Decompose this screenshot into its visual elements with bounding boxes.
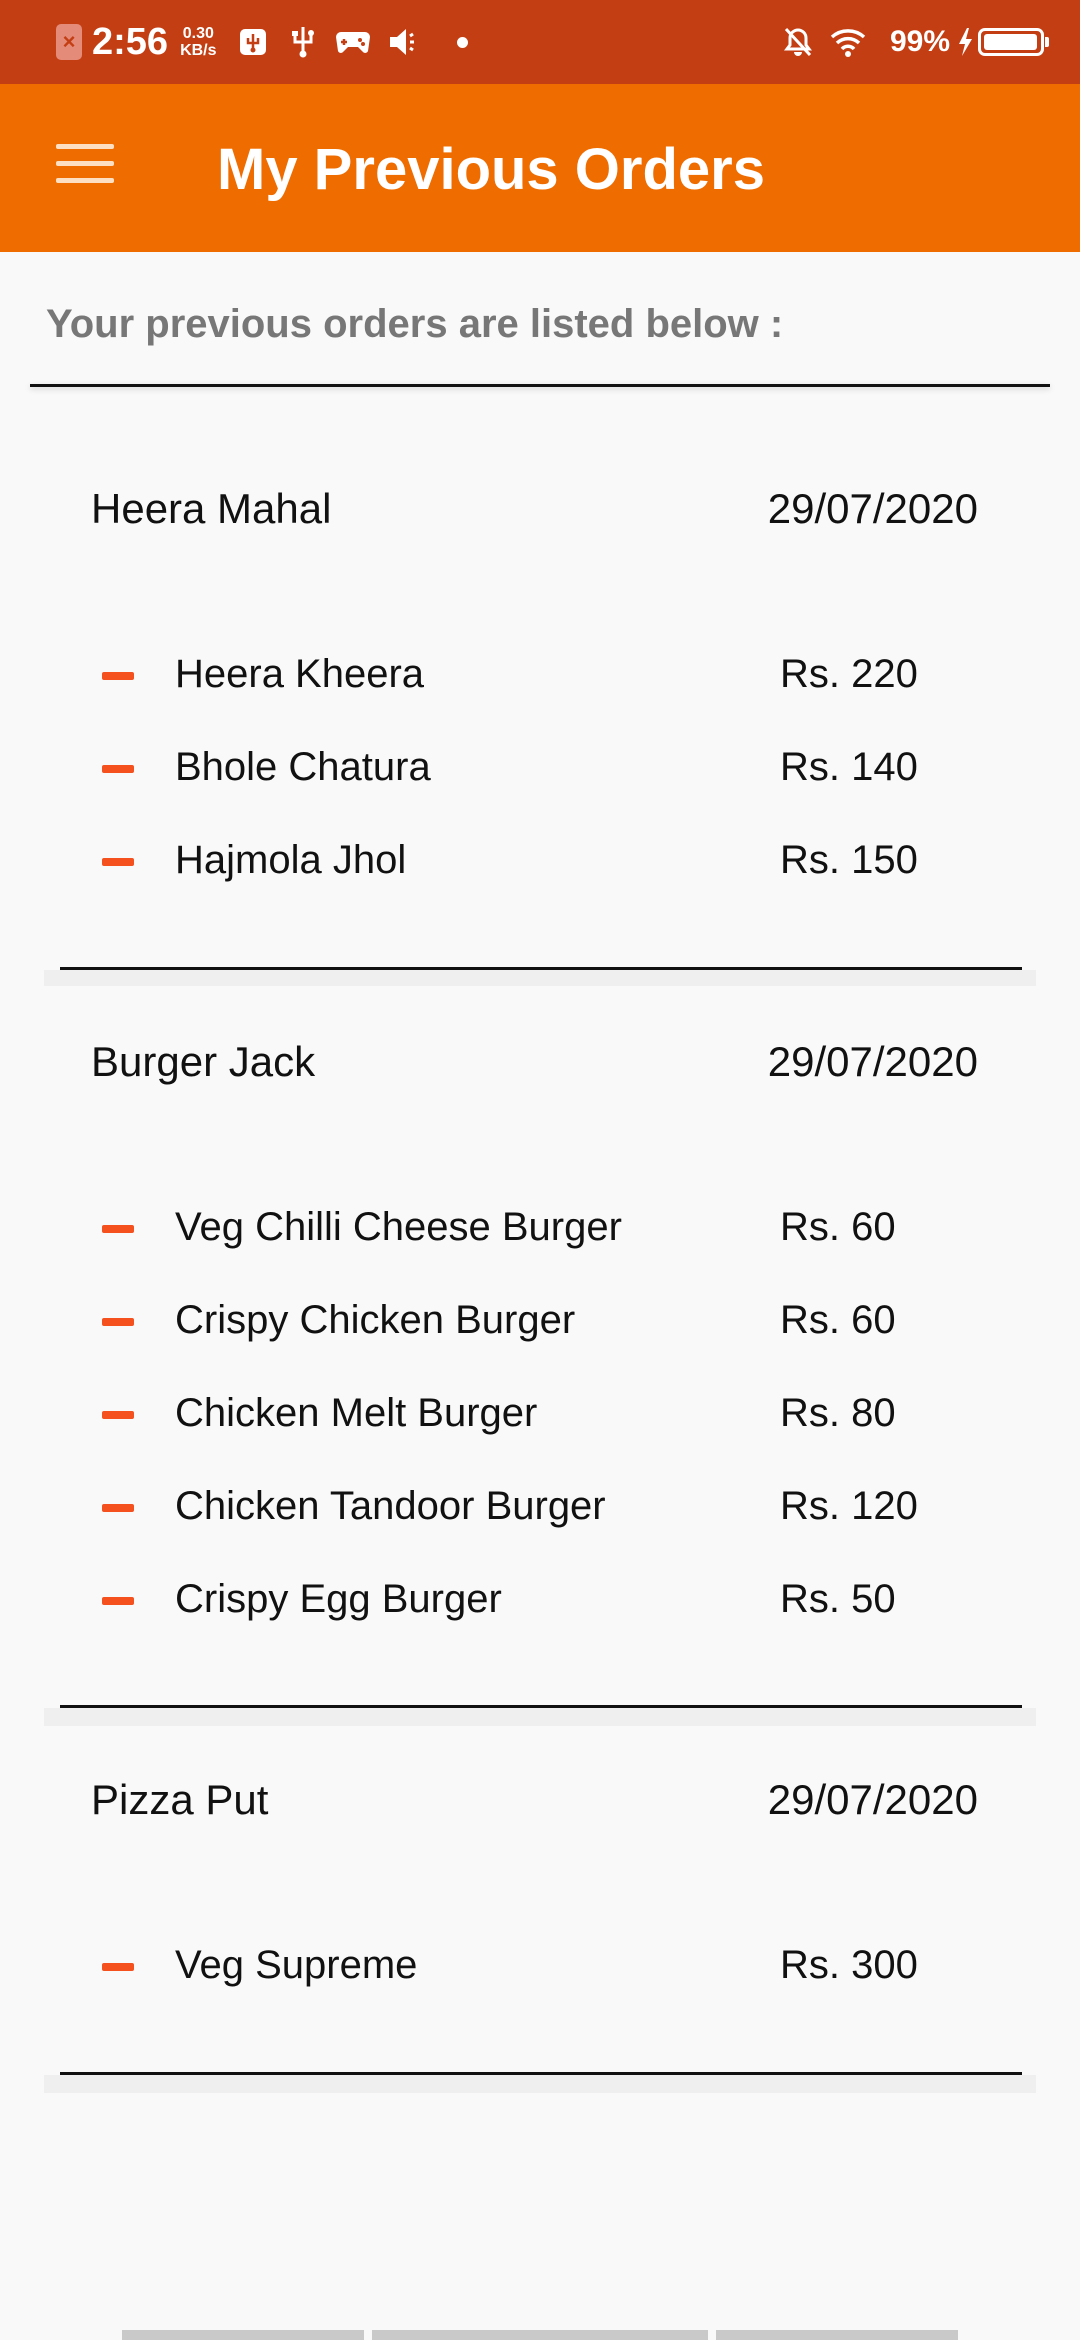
item-price: Rs. 60 bbox=[780, 1298, 896, 1342]
item-name: Veg Supreme bbox=[175, 1943, 418, 1987]
item-price: Rs. 300 bbox=[780, 1943, 918, 1987]
item-name: Chicken Tandoor Burger bbox=[175, 1484, 606, 1528]
item-name: Veg Chilli Cheese Burger bbox=[175, 1205, 622, 1249]
restaurant-name: Heera Mahal bbox=[91, 485, 332, 532]
order-item: Hajmola Jhol Rs. 150 bbox=[44, 832, 1036, 892]
item-price: Rs. 150 bbox=[780, 838, 918, 882]
do-not-disturb-icon bbox=[780, 24, 816, 60]
battery-icon bbox=[978, 28, 1049, 56]
item-name: Chicken Melt Burger bbox=[175, 1391, 538, 1435]
order-card[interactable]: Pizza Put 29/07/2020 Veg Supreme Rs. 300 bbox=[44, 1726, 1036, 2096]
order-item: Chicken Melt Burger Rs. 80 bbox=[44, 1385, 1036, 1445]
order-item: Crispy Chicken Burger Rs. 60 bbox=[44, 1292, 1036, 1352]
bottom-nav-hint bbox=[0, 2330, 1080, 2340]
item-price: Rs. 60 bbox=[780, 1205, 896, 1249]
dash-icon bbox=[102, 1318, 134, 1326]
item-price: Rs. 220 bbox=[780, 652, 918, 696]
order-shadow bbox=[44, 1708, 1036, 1726]
status-time: 2:56 bbox=[92, 20, 169, 63]
order-date: 29/07/2020 bbox=[767, 485, 978, 532]
notification-dot bbox=[456, 36, 468, 48]
dash-icon bbox=[102, 1504, 134, 1512]
order-item: Chicken Tandoor Burger Rs. 120 bbox=[44, 1478, 1036, 1538]
dash-icon bbox=[102, 858, 134, 866]
item-price: Rs. 50 bbox=[780, 1577, 896, 1621]
volume-mute-icon bbox=[385, 24, 421, 60]
order-item: Crispy Egg Burger Rs. 50 bbox=[44, 1571, 1036, 1631]
order-card[interactable]: Burger Jack 29/07/2020 Veg Chilli Cheese… bbox=[44, 986, 1036, 1730]
usb-icon bbox=[285, 24, 321, 60]
dash-icon bbox=[102, 1225, 134, 1233]
item-name: Heera Kheera bbox=[175, 652, 425, 696]
usb-debug-icon bbox=[235, 24, 271, 60]
page-title: My Previous Orders bbox=[217, 137, 765, 202]
item-name: Crispy Chicken Burger bbox=[175, 1298, 576, 1342]
restaurant-name: Burger Jack bbox=[91, 1038, 316, 1085]
order-item: Bhole Chatura Rs. 140 bbox=[44, 739, 1036, 799]
item-price: Rs. 80 bbox=[780, 1391, 896, 1435]
header-divider bbox=[30, 384, 1050, 387]
wifi-icon bbox=[830, 24, 866, 60]
hamburger-menu-icon[interactable] bbox=[56, 144, 114, 188]
battery-percent: 99% bbox=[889, 25, 950, 58]
dash-icon bbox=[102, 1411, 134, 1419]
order-item: Heera Kheera Rs. 220 bbox=[44, 646, 1036, 706]
dash-icon bbox=[102, 672, 134, 680]
item-name: Bhole Chatura bbox=[175, 745, 431, 789]
order-card[interactable]: Heera Mahal 29/07/2020 Heera Kheera Rs. … bbox=[44, 430, 1036, 988]
item-name: Crispy Egg Burger bbox=[175, 1577, 502, 1621]
item-price: Rs. 120 bbox=[780, 1484, 918, 1528]
order-item: Veg Chilli Cheese Burger Rs. 60 bbox=[44, 1199, 1036, 1259]
app-bar: My Previous Orders bbox=[0, 84, 1080, 252]
item-price: Rs. 140 bbox=[780, 745, 918, 789]
order-item: Veg Supreme Rs. 300 bbox=[44, 1937, 1036, 1997]
charging-icon bbox=[956, 24, 974, 60]
network-speed: 0.30 KB/s bbox=[180, 25, 217, 59]
dash-icon bbox=[102, 765, 134, 773]
dash-icon bbox=[102, 1597, 134, 1605]
dash-icon bbox=[102, 1963, 134, 1971]
orders-subtitle: Your previous orders are listed below : bbox=[46, 302, 784, 346]
order-shadow bbox=[44, 2075, 1036, 2093]
game-controller-icon bbox=[335, 24, 371, 60]
order-date: 29/07/2020 bbox=[767, 1776, 978, 1823]
status-bar: × 2:56 0.30 KB/s 99% bbox=[0, 0, 1080, 84]
order-date: 29/07/2020 bbox=[767, 1038, 978, 1085]
notification-error-icon: × bbox=[56, 24, 82, 60]
item-name: Hajmola Jhol bbox=[175, 838, 407, 882]
restaurant-name: Pizza Put bbox=[91, 1776, 269, 1823]
